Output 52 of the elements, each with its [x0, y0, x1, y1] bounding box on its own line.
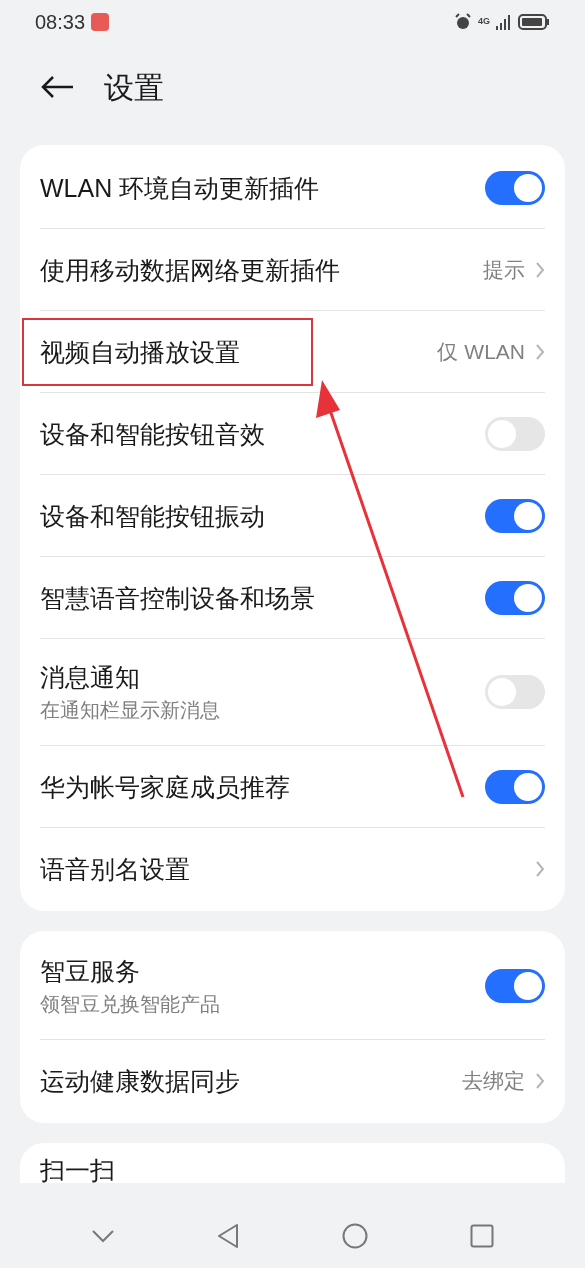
row-title: 使用移动数据网络更新插件: [40, 254, 340, 285]
settings-row[interactable]: 语音别名设置: [20, 828, 565, 909]
row-title: 设备和智能按钮音效: [40, 418, 265, 449]
toggle-switch[interactable]: [485, 416, 545, 451]
settings-row[interactable]: 智慧语音控制设备和场景: [20, 557, 565, 638]
battery-icon: [518, 14, 550, 30]
signal-icon: [496, 14, 512, 30]
row-title: 智豆服务: [40, 956, 141, 986]
app-icon: [91, 13, 110, 31]
row-title: WLAN 环境自动更新插件: [40, 172, 320, 203]
network-label: 4G: [478, 15, 490, 29]
settings-row[interactable]: 消息通知 在通知栏显示新消息: [20, 639, 565, 745]
toggle-switch[interactable]: [485, 498, 545, 533]
row-title: 华为帐号家庭成员推荐: [40, 771, 290, 802]
toggle-switch[interactable]: [485, 580, 545, 615]
toggle-switch[interactable]: [485, 675, 545, 709]
back-icon[interactable]: [40, 75, 74, 99]
status-time: 08:33: [35, 10, 86, 35]
row-title: 消息通知: [40, 662, 141, 692]
settings-row[interactable]: 设备和智能按钮振动: [20, 475, 565, 556]
row-subtitle: 在通知栏显示新消息: [40, 698, 220, 722]
settings-row[interactable]: 视频自动播放设置 仅 WLAN: [20, 311, 565, 392]
row-title: 视频自动播放设置: [40, 336, 240, 367]
row-title: 扫一扫: [40, 1155, 115, 1185]
chevron-icon: [535, 859, 545, 878]
row-value: 去绑定: [462, 1067, 525, 1094]
toggle-switch[interactable]: [485, 170, 545, 205]
settings-row[interactable]: 运动健康数据同步 去绑定: [20, 1040, 565, 1121]
settings-row[interactable]: 扫一扫: [20, 1145, 565, 1185]
row-title: 设备和智能按钮振动: [40, 500, 265, 531]
alarm-icon: [454, 13, 472, 31]
settings-row[interactable]: 设备和智能按钮音效: [20, 393, 565, 474]
chevron-icon: [535, 260, 545, 279]
settings-row[interactable]: 使用移动数据网络更新插件 提示: [20, 229, 565, 310]
chevron-icon: [535, 1071, 545, 1090]
toggle-switch[interactable]: [485, 769, 545, 804]
settings-row[interactable]: WLAN 环境自动更新插件: [20, 147, 565, 228]
recents-square-icon[interactable]: [469, 1223, 494, 1248]
back-triangle-icon[interactable]: [217, 1222, 240, 1249]
row-value: 提示: [483, 256, 525, 283]
settings-row[interactable]: 华为帐号家庭成员推荐: [20, 746, 565, 827]
home-circle-icon[interactable]: [341, 1222, 368, 1249]
settings-row[interactable]: 智豆服务 领智豆兑换智能产品: [20, 933, 565, 1039]
page-title: 设置: [104, 69, 164, 106]
chevron-icon: [535, 342, 545, 361]
row-title: 语音别名设置: [40, 853, 190, 884]
toggle-switch[interactable]: [485, 969, 545, 1003]
row-subtitle: 领智豆兑换智能产品: [40, 992, 220, 1016]
row-title: 运动健康数据同步: [40, 1065, 240, 1096]
row-title: 智慧语音控制设备和场景: [40, 582, 315, 613]
row-value: 仅 WLAN: [437, 338, 525, 365]
chevron-down-icon[interactable]: [91, 1228, 116, 1243]
